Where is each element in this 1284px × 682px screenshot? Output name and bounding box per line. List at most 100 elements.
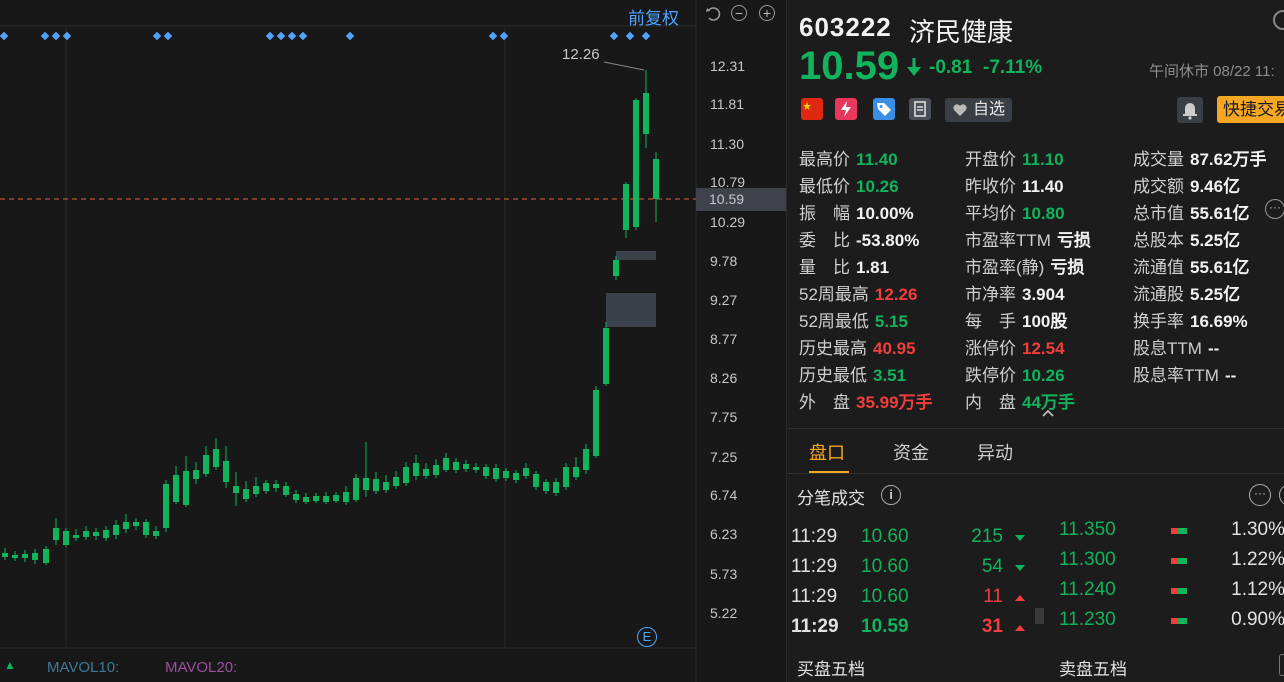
candle-body — [73, 535, 79, 538]
price-axis-tick: 9.78 — [710, 253, 738, 269]
candle-body — [253, 486, 259, 494]
zoom-in-icon[interactable]: + — [759, 5, 775, 21]
candle-body — [593, 390, 599, 456]
event-marker-icon — [345, 31, 355, 41]
triangle-up-icon — [1015, 595, 1025, 601]
tab-movement[interactable]: 异动 — [977, 439, 1013, 465]
price-gap-box — [616, 251, 656, 260]
event-marker-icon — [51, 31, 61, 41]
stat-item: 股息率TTM -- — [1133, 361, 1236, 386]
stat-value: 55.61亿 — [1190, 204, 1250, 223]
add-favorite-button[interactable]: 自选 — [945, 98, 1012, 122]
event-marker-icon — [276, 31, 286, 41]
stock-code: 603222 — [799, 12, 892, 42]
stat-label: 最高价 — [799, 150, 850, 169]
stat-value: 11.40 — [856, 150, 898, 169]
tick-price: 10.59 — [861, 616, 909, 637]
triangle-down-icon — [1015, 565, 1025, 571]
more-icon[interactable]: ··· — [1249, 484, 1271, 506]
stat-label: 总市值 — [1133, 204, 1184, 223]
stat-item: 外 盘 35.99万手 — [799, 388, 933, 413]
triangle-up-icon — [1015, 625, 1025, 631]
kline-chart-pane[interactable]: 前复权 − + 12.31 11.81 11.30 10.79 10.29 9.78 9.2… — [0, 0, 786, 682]
stat-value: 12.54 — [1022, 339, 1065, 358]
candle-body — [53, 528, 59, 540]
candle-body — [383, 482, 389, 490]
tab-order-book[interactable]: 盘口 — [809, 439, 845, 465]
stat-item: 股息TTM -- — [1133, 334, 1219, 359]
stat-label: 振 幅 — [799, 204, 850, 223]
info-icon[interactable]: i — [881, 485, 901, 505]
candle-body — [123, 522, 129, 529]
stat-label: 流通股 — [1133, 285, 1184, 304]
candle-body — [493, 468, 499, 479]
zoom-out-icon[interactable]: − — [731, 5, 747, 21]
price-level-row: 11.230 0.90% — [1059, 609, 1284, 637]
chevron-up-icon[interactable] — [1041, 406, 1055, 420]
level-pct: 1.12% — [1231, 579, 1284, 600]
undo-icon[interactable] — [704, 5, 721, 21]
tick-volume: 215 — [971, 526, 1003, 547]
level-price: 11.300 — [1059, 549, 1116, 570]
stat-value: 10.26 — [856, 177, 899, 196]
quick-trade-button[interactable]: 快捷交易 — [1217, 96, 1284, 123]
stat-item: 流通股 5.25亿 — [1133, 280, 1240, 305]
lightning-icon[interactable] — [835, 98, 857, 120]
expand-icon[interactable] — [1279, 484, 1284, 506]
event-marker-icon — [152, 31, 162, 41]
price-change-pct: -7.11% — [983, 57, 1043, 78]
gear-icon[interactable] — [1273, 10, 1284, 30]
stat-item: 市盈率(静) 亏损 — [965, 253, 1084, 278]
favorite-label: 自选 — [973, 101, 1006, 118]
stat-item: 总股本 5.25亿 — [1133, 226, 1240, 251]
price-axis-tick: 12.31 — [710, 58, 746, 74]
event-badge-icon[interactable]: E — [637, 627, 657, 647]
more-icon[interactable]: ··· — [1265, 199, 1284, 219]
candle-body — [623, 184, 629, 230]
candle-body — [223, 461, 229, 482]
arrow-down-icon — [907, 58, 921, 76]
scrollbar[interactable] — [1279, 654, 1284, 676]
price-axis-tick: 5.73 — [710, 566, 738, 582]
tag-icon[interactable] — [873, 98, 895, 120]
event-marker-icon — [40, 31, 50, 41]
candle-body — [43, 549, 49, 563]
tick-volume: 31 — [981, 616, 1003, 637]
event-marker-icon — [265, 31, 275, 41]
alert-button[interactable] — [1177, 97, 1203, 123]
candle-body — [163, 484, 169, 528]
stat-item: 市净率 3.904 — [965, 280, 1065, 305]
level-price: 11.240 — [1059, 579, 1116, 600]
candle-body — [583, 449, 589, 470]
tab-capital[interactable]: 资金 — [893, 439, 929, 465]
candle-body — [523, 468, 529, 476]
stat-label: 总股本 — [1133, 231, 1184, 250]
tick-time: 11:29 — [791, 586, 838, 607]
notes-icon[interactable] — [909, 98, 931, 120]
candle-body — [22, 554, 28, 558]
candle-body — [473, 467, 479, 470]
candle-body — [313, 496, 319, 501]
event-marker-icon — [609, 31, 619, 41]
stat-label: 外 盘 — [799, 393, 850, 412]
stat-item: 历史最高 40.95 — [799, 334, 916, 359]
candle-body — [353, 478, 359, 500]
stat-value: 5.25亿 — [1190, 231, 1241, 250]
tick-time: 11:29 — [791, 526, 838, 547]
stat-label: 涨停价 — [965, 339, 1016, 358]
stat-value: 100股 — [1022, 312, 1068, 331]
candle-body — [533, 474, 539, 487]
stat-label: 市盈率TTM — [965, 231, 1051, 250]
candlestick-chart[interactable] — [0, 0, 786, 682]
candle-body — [343, 492, 349, 502]
mavol20-label: MAVOL20: — [165, 659, 238, 676]
candle-body — [63, 531, 69, 545]
stat-label: 最低价 — [799, 177, 850, 196]
adjust-mode-button[interactable]: 前复权 — [628, 4, 679, 29]
stat-label: 委 比 — [799, 231, 850, 250]
tick-price: 10.60 — [861, 586, 909, 607]
tick-row: 11:29 10.60 11 — [791, 586, 1031, 614]
candle-body — [323, 496, 329, 502]
price-axis-tick: 8.77 — [710, 331, 738, 347]
event-marker-icon — [499, 31, 509, 41]
